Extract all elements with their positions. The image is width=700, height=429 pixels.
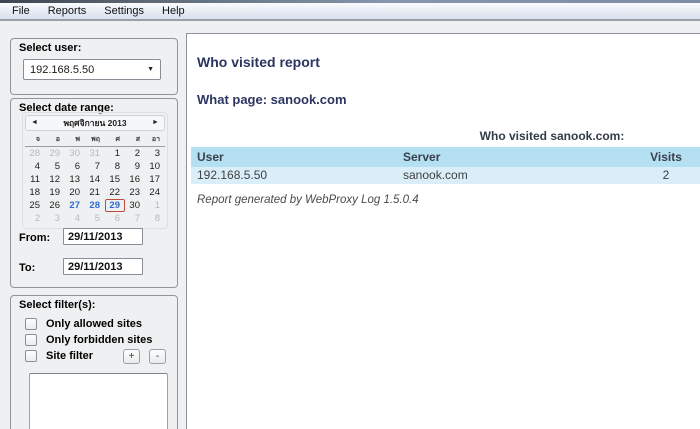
next-month-icon[interactable]: ► bbox=[152, 116, 159, 130]
calendar-header: ◄ พฤศจิกายน 2013 ► bbox=[25, 115, 165, 131]
calendar-day[interactable]: 9 bbox=[125, 160, 145, 173]
calendar-day[interactable]: 23 bbox=[125, 186, 145, 199]
from-date-input[interactable] bbox=[63, 228, 143, 245]
checkbox-only-allowed-sites[interactable] bbox=[25, 318, 37, 330]
filter-row: Site filter bbox=[25, 349, 93, 362]
calendar-day[interactable]: 5 bbox=[45, 160, 65, 173]
select-user-label: Select user: bbox=[19, 42, 81, 54]
checkbox-site-filter[interactable] bbox=[25, 350, 37, 362]
calendar-day[interactable]: 17 bbox=[145, 173, 165, 186]
to-date-input[interactable] bbox=[63, 258, 143, 275]
dropdown-arrow-icon: ▼ bbox=[147, 66, 154, 73]
checkbox-only-forbidden-sites[interactable] bbox=[25, 334, 37, 346]
report-col-header: User bbox=[197, 147, 224, 167]
calendar-day[interactable]: 1 bbox=[145, 199, 165, 212]
calendar-day-headers: จอพพฤศสอา bbox=[25, 134, 165, 147]
calendar-day[interactable]: 15 bbox=[105, 173, 125, 186]
calendar-day-selected[interactable]: 29 bbox=[105, 199, 125, 212]
select-filters-label: Select filter(s): bbox=[19, 299, 95, 311]
calendar-day[interactable]: 2 bbox=[25, 212, 45, 225]
calendar-day[interactable]: 19 bbox=[45, 186, 65, 199]
calendar-day[interactable]: 27 bbox=[65, 199, 85, 212]
calendar-day[interactable]: 3 bbox=[45, 212, 65, 225]
report-cell: 2 bbox=[646, 167, 686, 184]
site-filter-remove-button[interactable]: - bbox=[149, 349, 166, 364]
calendar-day[interactable]: 5 bbox=[85, 212, 105, 225]
menu-item-settings[interactable]: Settings bbox=[95, 4, 153, 18]
calendar-dow-label: ศ bbox=[105, 134, 125, 145]
report-subtitle: What page: sanook.com bbox=[197, 92, 347, 107]
menu-bar: FileReportsSettingsHelp bbox=[0, 3, 700, 21]
select-user-group: Select user: 192.168.5.50 ▼ bbox=[10, 38, 178, 95]
filter-row: Only allowed sites bbox=[25, 317, 142, 330]
calendar-day[interactable]: 31 bbox=[85, 147, 105, 160]
calendar-dow-label: พฤ bbox=[85, 134, 105, 145]
calendar-day[interactable]: 13 bbox=[65, 173, 85, 186]
calendar-day[interactable]: 28 bbox=[25, 147, 45, 160]
calendar-day[interactable]: 1 bbox=[105, 147, 125, 160]
calendar-dow-label: อา bbox=[145, 134, 165, 145]
calendar-day[interactable]: 20 bbox=[65, 186, 85, 199]
calendar-day[interactable]: 18 bbox=[25, 186, 45, 199]
checkbox-label: Only forbidden sites bbox=[46, 334, 152, 346]
report-table-header-row: User Server Visits bbox=[191, 147, 700, 167]
report-cell: 192.168.5.50 bbox=[197, 167, 267, 184]
calendar-day[interactable]: 6 bbox=[105, 212, 125, 225]
report-col-header: Server bbox=[403, 147, 440, 167]
report-col-header: Visits bbox=[646, 147, 686, 167]
calendar-month-title: พฤศจิกายน 2013 bbox=[63, 116, 126, 130]
select-filters-group: Select filter(s): Only allowed sites Only… bbox=[10, 295, 178, 429]
calendar-day[interactable]: 11 bbox=[25, 173, 45, 186]
calendar-day[interactable]: 7 bbox=[85, 160, 105, 173]
checkbox-label: Only allowed sites bbox=[46, 318, 142, 330]
calendar-day[interactable]: 16 bbox=[125, 173, 145, 186]
report-table-row: 192.168.5.50 sanook.com 2 bbox=[191, 167, 700, 184]
report-panel: Who visited report What page: sanook.com… bbox=[186, 33, 700, 429]
calendar-day[interactable]: 22 bbox=[105, 186, 125, 199]
from-label: From: bbox=[19, 232, 50, 244]
menu-item-help[interactable]: Help bbox=[153, 4, 194, 18]
app-window: FileReportsSettingsHelp Select user: 192… bbox=[0, 0, 700, 429]
calendar-dow-label: พ bbox=[65, 134, 85, 145]
filter-row: Only forbidden sites bbox=[25, 333, 152, 346]
calendar-day[interactable]: 2 bbox=[125, 147, 145, 160]
menu-item-reports[interactable]: Reports bbox=[39, 4, 96, 18]
calendar-day[interactable]: 25 bbox=[25, 199, 45, 212]
to-label: To: bbox=[19, 262, 35, 274]
calendar-day[interactable]: 24 bbox=[145, 186, 165, 199]
calendar-day[interactable]: 6 bbox=[65, 160, 85, 173]
calendar-day[interactable]: 21 bbox=[85, 186, 105, 199]
calendar-day[interactable]: 29 bbox=[45, 147, 65, 160]
calendar-dow-label: จ bbox=[25, 134, 45, 145]
user-select-value: 192.168.5.50 bbox=[30, 64, 94, 76]
report-table-caption: Who visited sanook.com: bbox=[197, 129, 700, 143]
calendar-day[interactable]: 30 bbox=[65, 147, 85, 160]
calendar-day[interactable]: 30 bbox=[125, 199, 145, 212]
calendar-day[interactable]: 8 bbox=[145, 212, 165, 225]
calendar-dow-label: ส bbox=[125, 134, 145, 145]
report-title: Who visited report bbox=[197, 54, 320, 70]
menu-item-file[interactable]: File bbox=[3, 4, 39, 18]
select-date-range-group: Select date range: ◄ พฤศจิกายน 2013 ► จอ… bbox=[10, 98, 178, 288]
calendar-grid: 2829303112345678910111213141516171819202… bbox=[25, 147, 165, 225]
calendar-day[interactable]: 26 bbox=[45, 199, 65, 212]
calendar-dow-label: อ bbox=[45, 134, 65, 145]
calendar-day[interactable]: 12 bbox=[45, 173, 65, 186]
calendar-day[interactable]: 10 bbox=[145, 160, 165, 173]
report-footer: Report generated by WebProxy Log 1.5.0.4 bbox=[197, 194, 419, 206]
calendar-day[interactable]: 14 bbox=[85, 173, 105, 186]
checkbox-label: Site filter bbox=[46, 350, 93, 362]
calendar-day[interactable]: 8 bbox=[105, 160, 125, 173]
calendar: ◄ พฤศจิกายน 2013 ► จอพพฤศสอา 28293031123… bbox=[22, 112, 168, 229]
user-select[interactable]: 192.168.5.50 ▼ bbox=[23, 59, 161, 80]
prev-month-icon[interactable]: ◄ bbox=[31, 116, 38, 130]
calendar-day[interactable]: 4 bbox=[65, 212, 85, 225]
site-filter-add-button[interactable]: + bbox=[123, 349, 140, 364]
calendar-day[interactable]: 28 bbox=[85, 199, 105, 212]
calendar-day[interactable]: 3 bbox=[145, 147, 165, 160]
calendar-day[interactable]: 7 bbox=[125, 212, 145, 225]
calendar-day[interactable]: 4 bbox=[25, 160, 45, 173]
site-filter-list[interactable] bbox=[29, 373, 168, 429]
report-cell: sanook.com bbox=[403, 167, 468, 184]
